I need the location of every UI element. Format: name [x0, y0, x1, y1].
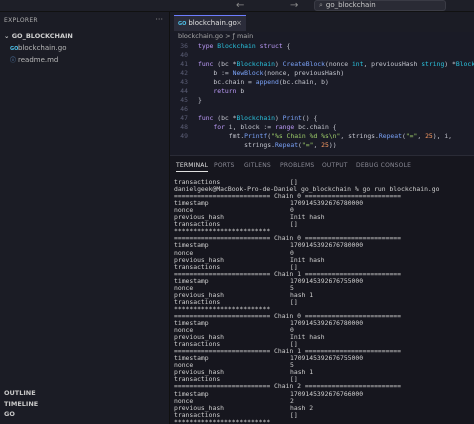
- terminal-value: []: [290, 220, 298, 229]
- breadcrumb[interactable]: blockchain.go > ƒ main: [170, 32, 474, 42]
- line-number: 42: [180, 69, 188, 77]
- file-blockchain-go[interactable]: GOblockchain.go: [10, 44, 66, 52]
- line-number: 46: [180, 105, 188, 113]
- terminal-value: 1709145392676780000: [290, 319, 364, 327]
- terminal-line: *************************: [174, 417, 271, 424]
- terminal-value: 1709145392676780000: [290, 199, 364, 208]
- terminal-value: 1709145392676780000: [290, 241, 364, 250]
- code-line[interactable]: 36 type Blockchain struct {: [170, 42, 474, 51]
- code-line[interactable]: 47 func (bc *Blockchain) Print() {: [170, 114, 474, 123]
- panel-tabs: TERMINAL PORTS GITLENS PROBLEMS OUTPUT D…: [170, 156, 474, 174]
- code-text: func (bc *Blockchain) Print() {: [198, 114, 318, 122]
- file-readme-md[interactable]: ⓘ readme.md: [10, 55, 58, 64]
- bottom-panel: TERMINAL PORTS GITLENS PROBLEMS OUTPUT D…: [170, 155, 474, 424]
- terminal-value: 1709145392676755000: [290, 354, 364, 363]
- line-number: 40: [180, 51, 188, 59]
- terminal-value: 1709145392676755000: [290, 276, 364, 285]
- search-icon: ⌕: [319, 1, 323, 9]
- code-line[interactable]: 44 return b: [170, 87, 474, 96]
- terminal-value: []: [290, 410, 298, 419]
- code-line[interactable]: 48 for i, block := range bc.chain {: [170, 123, 474, 132]
- timeline-section[interactable]: TIMELINE: [4, 400, 38, 408]
- terminal-value: []: [290, 297, 298, 306]
- code-editor[interactable]: 36 type Blockchain struct { 40 41 func (bc *…: [170, 42, 474, 154]
- line-number: 44: [180, 87, 188, 95]
- code-line[interactable]: 40: [170, 51, 474, 60]
- code-line[interactable]: 43 bc.chain = append(bc.chain, b): [170, 78, 474, 87]
- code-line[interactable]: 42 b := NewBlock(nonce, previousHash): [170, 69, 474, 78]
- outline-section[interactable]: OUTLINE: [4, 389, 36, 397]
- code-text: type Blockchain struct {: [198, 42, 291, 50]
- go-file-icon: GO: [10, 46, 19, 52]
- tab-terminal[interactable]: TERMINAL: [176, 162, 209, 172]
- arrow-left-icon[interactable]: ←: [236, 0, 244, 11]
- tab-problems[interactable]: PROBLEMS: [280, 162, 314, 169]
- tab-output[interactable]: OUTPUT: [322, 162, 348, 169]
- line-number: 47: [180, 114, 188, 122]
- line-number: 41: [180, 60, 188, 68]
- code-text: }: [198, 96, 202, 104]
- explorer-header: EXPLORER: [4, 17, 38, 24]
- code-line[interactable]: 49 fmt.Printf("%s Chain %d %s\n", string…: [170, 132, 474, 141]
- markdown-file-icon: ⓘ: [10, 57, 17, 64]
- editor-tab-bar: GO blockchain.go ×: [170, 12, 474, 32]
- code-text: strings.Repeat("=", 25)): [198, 141, 337, 149]
- line-number: 48: [180, 123, 188, 131]
- code-text: func (bc *Blockchain) CreateBlock(nonce …: [198, 60, 474, 68]
- command-center-search[interactable]: ⌕ go_blockchain: [314, 0, 446, 11]
- folder-go-blockchain[interactable]: ⌄ GO_BLOCKCHAIN: [4, 32, 73, 40]
- tab-blockchain-go[interactable]: GO blockchain.go ×: [174, 15, 246, 31]
- code-text: b := NewBlock(nonce, previousHash): [198, 69, 345, 77]
- line-number: 45: [180, 96, 188, 104]
- tab-label: blockchain.go: [188, 19, 237, 27]
- title-bar: ← → ⌕ go_blockchain: [0, 0, 474, 12]
- command-center-text: go_blockchain: [325, 1, 376, 9]
- more-actions-icon[interactable]: ···: [155, 15, 163, 24]
- file-label: blockchain.go: [18, 44, 67, 52]
- line-number: 43: [180, 78, 188, 86]
- line-number: 36: [180, 42, 188, 50]
- code-text: bc.chain = append(bc.chain, b): [198, 78, 329, 86]
- terminal-output[interactable]: transactions[] danielgeek@MacBook-Pro-de-…: [174, 178, 472, 424]
- terminal-value: 1709145392676766000: [290, 389, 364, 398]
- code-line[interactable]: 46: [170, 105, 474, 114]
- arrow-right-icon[interactable]: →: [290, 0, 298, 11]
- code-line[interactable]: 41 func (bc *Blockchain) CreateBlock(nonc…: [170, 60, 474, 69]
- tab-ports[interactable]: PORTS: [214, 162, 235, 169]
- code-text: fmt.Printf("%s Chain %d %s\n", strings.R…: [198, 132, 453, 140]
- explorer-sidebar: EXPLORER ··· ⌄ GO_BLOCKCHAIN GOblockchai…: [0, 12, 170, 424]
- code-text: for i, block := range bc.chain {: [213, 123, 337, 131]
- code-line[interactable]: strings.Repeat("=", 25)): [170, 141, 474, 150]
- tab-gitlens[interactable]: GITLENS: [244, 162, 271, 169]
- tab-debug-console[interactable]: DEBUG CONSOLE: [356, 162, 411, 169]
- code-line[interactable]: 45}: [170, 96, 474, 105]
- go-section[interactable]: GO: [4, 410, 15, 418]
- file-label: readme.md: [18, 56, 59, 64]
- close-icon[interactable]: ×: [236, 16, 242, 31]
- line-number: 49: [180, 132, 188, 140]
- folder-label: GO_BLOCKCHAIN: [11, 32, 73, 40]
- code-text: return b: [213, 87, 245, 95]
- go-file-icon: GO: [178, 21, 187, 27]
